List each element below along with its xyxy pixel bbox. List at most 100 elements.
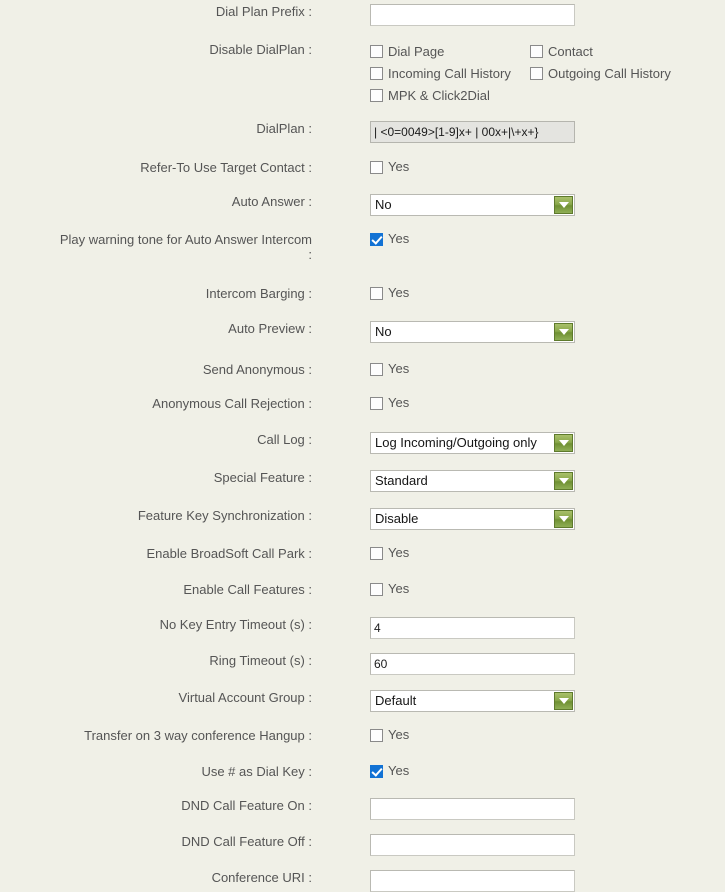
checkbox-label-play-warning-tone-auto-answer-intercom: Yes <box>388 232 409 246</box>
form-row-dnd-call-feature-off: DND Call Feature Off : <box>0 834 725 856</box>
field-ring-timeout <box>312 653 725 675</box>
checkbox-box-outgoing-call-history[interactable] <box>530 67 543 80</box>
chevron-down-icon[interactable] <box>554 196 573 214</box>
field-auto-preview: No <box>312 321 725 343</box>
checkbox-cell-mpk-click2dial: MPK & Click2Dial <box>370 89 530 106</box>
checkbox-box-send-anonymous[interactable] <box>370 363 383 376</box>
label-enable-call-features: Enable Call Features : <box>0 582 312 597</box>
checkbox-mpk-click2dial[interactable]: MPK & Click2Dial <box>370 89 490 103</box>
field-anonymous-call-rejection: Yes <box>312 396 725 413</box>
label-auto-answer: Auto Answer : <box>0 194 312 209</box>
checkbox-refer-to-use-target-contact[interactable]: Yes <box>370 160 409 174</box>
checkbox-box-intercom-barging[interactable] <box>370 287 383 300</box>
chevron-down-icon[interactable] <box>554 434 573 452</box>
checkbox-label-incoming-call-history: Incoming Call History <box>388 67 511 81</box>
checkbox-label-anonymous-call-rejection: Yes <box>388 396 409 410</box>
checkbox-box-transfer-on-3-way-conference-hangup[interactable] <box>370 729 383 742</box>
select-virtual-account-group[interactable]: Default <box>370 690 575 712</box>
checkbox-box-anonymous-call-rejection[interactable] <box>370 397 383 410</box>
input-ring-timeout[interactable] <box>370 653 575 675</box>
checkbox-cell-incoming-call-history: Incoming Call History <box>370 67 530 84</box>
label-dnd-call-feature-on: DND Call Feature On : <box>0 798 312 813</box>
input-dnd-call-feature-on[interactable] <box>370 798 575 820</box>
form-row-special-feature: Special Feature :Standard <box>0 470 725 492</box>
checkbox-box-incoming-call-history[interactable] <box>370 67 383 80</box>
checkbox-enable-broadsoft-call-park[interactable]: Yes <box>370 546 409 560</box>
checkbox-label-refer-to-use-target-contact: Yes <box>388 160 409 174</box>
input-dial-plan-prefix[interactable] <box>370 4 575 26</box>
checkbox-contact[interactable]: Contact <box>530 45 593 59</box>
form-row-anonymous-call-rejection: Anonymous Call Rejection : Yes <box>0 396 725 413</box>
label-use-hash-as-dial-key: Use # as Dial Key : <box>0 764 312 779</box>
form-row-no-key-entry-timeout: No Key Entry Timeout (s) : <box>0 617 725 639</box>
checkbox-box-dial-page[interactable] <box>370 45 383 58</box>
input-dialplan[interactable] <box>370 121 575 143</box>
select-value-call-log: Log Incoming/Outgoing only <box>375 433 550 453</box>
checkbox-row: Dial Page Contact <box>370 42 725 64</box>
chevron-down-icon[interactable] <box>554 323 573 341</box>
input-no-key-entry-timeout[interactable] <box>370 617 575 639</box>
select-value-auto-answer: No <box>375 195 550 215</box>
label-auto-preview: Auto Preview : <box>0 321 312 336</box>
field-transfer-on-3-way-conference-hangup: Yes <box>312 728 725 745</box>
checkbox-box-enable-broadsoft-call-park[interactable] <box>370 547 383 560</box>
checkbox-outgoing-call-history[interactable]: Outgoing Call History <box>530 67 671 81</box>
form-row-dial-plan-prefix: Dial Plan Prefix : <box>0 4 725 26</box>
form-row-virtual-account-group: Virtual Account Group :Default <box>0 690 725 712</box>
field-call-log: Log Incoming/Outgoing only <box>312 432 725 454</box>
checkbox-box-use-hash-as-dial-key[interactable] <box>370 765 383 778</box>
checkbox-transfer-on-3-way-conference-hangup[interactable]: Yes <box>370 728 409 742</box>
checkbox-label-mpk-click2dial: MPK & Click2Dial <box>388 89 490 103</box>
label-transfer-on-3-way-conference-hangup: Transfer on 3 way conference Hangup : <box>0 728 312 743</box>
label-play-warning-tone-auto-answer-intercom: Play warning tone for Auto Answer Interc… <box>0 232 312 262</box>
select-feature-key-synchronization[interactable]: Disable <box>370 508 575 530</box>
form-row-dnd-call-feature-on: DND Call Feature On : <box>0 798 725 820</box>
label-conference-uri: Conference URI : <box>0 870 312 885</box>
chevron-down-icon[interactable] <box>554 472 573 490</box>
select-auto-answer[interactable]: No <box>370 194 575 216</box>
checkbox-dial-page[interactable]: Dial Page <box>370 45 444 59</box>
field-use-hash-as-dial-key: Yes <box>312 764 725 781</box>
checkbox-box-enable-call-features[interactable] <box>370 583 383 596</box>
checkbox-box-mpk-click2dial[interactable] <box>370 89 383 102</box>
checkbox-use-hash-as-dial-key[interactable]: Yes <box>370 764 409 778</box>
select-value-feature-key-synchronization: Disable <box>375 509 550 529</box>
form-row-enable-call-features: Enable Call Features : Yes <box>0 582 725 599</box>
checkbox-cell-contact: Contact <box>530 45 593 62</box>
form-row-dialplan: DialPlan : <box>0 121 725 143</box>
field-play-warning-tone-auto-answer-intercom: Yes <box>312 232 725 249</box>
checkbox-intercom-barging[interactable]: Yes <box>370 286 409 300</box>
select-call-log[interactable]: Log Incoming/Outgoing only <box>370 432 575 454</box>
chevron-down-icon[interactable] <box>554 692 573 710</box>
checkbox-cell-outgoing-call-history: Outgoing Call History <box>530 67 671 84</box>
field-virtual-account-group: Default <box>312 690 725 712</box>
label-send-anonymous: Send Anonymous : <box>0 362 312 377</box>
form-row-auto-preview: Auto Preview : No <box>0 321 725 343</box>
checkbox-box-play-warning-tone-auto-answer-intercom[interactable] <box>370 233 383 246</box>
checkbox-label-transfer-on-3-way-conference-hangup: Yes <box>388 728 409 742</box>
field-enable-broadsoft-call-park: Yes <box>312 546 725 563</box>
field-refer-to-use-target-contact: Yes <box>312 160 725 177</box>
chevron-down-icon[interactable] <box>554 510 573 528</box>
field-dnd-call-feature-on <box>312 798 725 820</box>
checkbox-label-outgoing-call-history: Outgoing Call History <box>548 67 671 81</box>
checkbox-play-warning-tone-auto-answer-intercom[interactable]: Yes <box>370 232 409 246</box>
checkbox-anonymous-call-rejection[interactable]: Yes <box>370 396 409 410</box>
checkbox-enable-call-features[interactable]: Yes <box>370 582 409 596</box>
checkbox-box-refer-to-use-target-contact[interactable] <box>370 161 383 174</box>
checkbox-incoming-call-history[interactable]: Incoming Call History <box>370 67 511 81</box>
checkbox-group-disable-dialplan: Dial Page Contact Incoming Call History Out… <box>370 42 725 108</box>
checkbox-row: Incoming Call History Outgoing Call Histo… <box>370 64 725 86</box>
form-row-feature-key-synchronization: Feature Key Synchronization :Disable <box>0 508 725 530</box>
checkbox-send-anonymous[interactable]: Yes <box>370 362 409 376</box>
label-play-warning-tone-auto-answer-intercom-line2: : <box>0 247 312 262</box>
checkbox-row: MPK & Click2Dial <box>370 86 725 108</box>
label-dialplan: DialPlan : <box>0 121 312 136</box>
select-auto-preview[interactable]: No <box>370 321 575 343</box>
input-dnd-call-feature-off[interactable] <box>370 834 575 856</box>
checkbox-label-contact: Contact <box>548 45 593 59</box>
label-anonymous-call-rejection: Anonymous Call Rejection : <box>0 396 312 411</box>
checkbox-box-contact[interactable] <box>530 45 543 58</box>
select-value-virtual-account-group: Default <box>375 691 550 711</box>
select-special-feature[interactable]: Standard <box>370 470 575 492</box>
